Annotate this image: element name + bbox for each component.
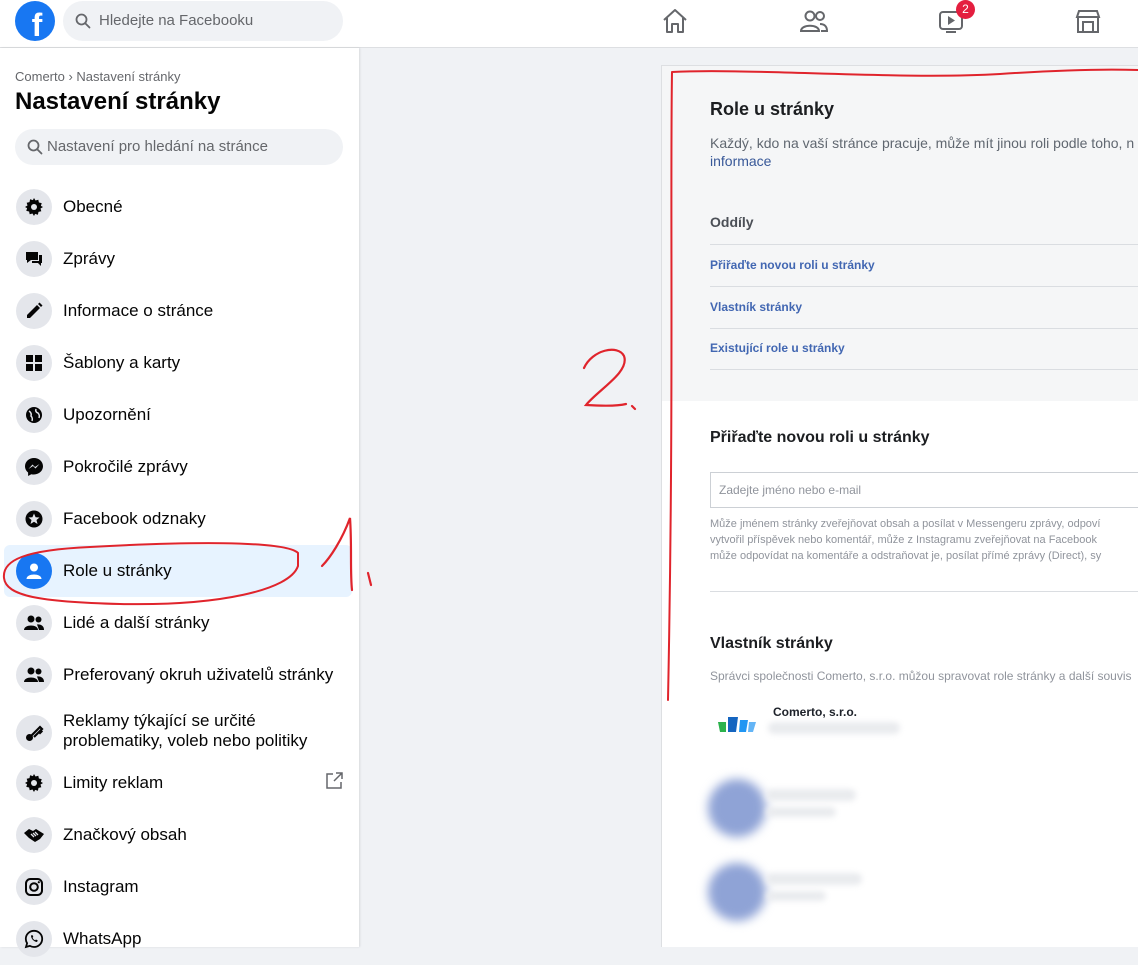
sidebar-item-page-info[interactable]: Informace o stránce (0, 285, 352, 337)
sidebar-item-label: Limity reklam (63, 773, 164, 792)
sidebar-item-advanced-messaging[interactable]: Pokročilé zprávy (0, 441, 352, 493)
sidebar-item-label: Zprávy (63, 249, 115, 268)
people-icon (16, 657, 52, 693)
sidebar-item-label: Role u stránky (63, 561, 172, 580)
facebook-logo[interactable]: f (15, 1, 55, 41)
assign-role-title: Přiřaďte novou roli u stránky (710, 429, 930, 446)
sidebar-item-label: Šablony a karty (63, 353, 181, 372)
sidebar-item-preferred-audience[interactable]: Preferovaný okruh uživatelů stránky (0, 649, 352, 701)
chat-icon (16, 241, 52, 277)
friends-icon[interactable] (799, 6, 829, 36)
sidebar-item-label: Facebook odznaky (63, 509, 206, 528)
settings-sidebar: Comerto › Nastavení stránky Nastavení st… (0, 48, 359, 957)
star-badge-icon (16, 501, 52, 537)
handshake-icon (16, 817, 52, 853)
roles-description: Každý, kdo na vaší stránce pracuje, může… (710, 135, 1135, 151)
roles-title: Role u stránky (710, 99, 835, 119)
sidebar-item-label: Pokročilé zprávy (63, 457, 188, 476)
section-link-page-owner[interactable]: Vlastník stránky (710, 287, 1138, 329)
sidebar-item-label: Instagram (63, 877, 139, 896)
blurred-avatar (708, 863, 766, 921)
sidebar-item-notifications[interactable]: Upozornění (0, 389, 352, 441)
search-icon (27, 139, 43, 155)
sidebar-item-label-line1: Reklamy týkající se určité (63, 711, 256, 730)
facebook-search-input[interactable]: Hledejte na Facebooku (63, 1, 343, 41)
key-icon (16, 715, 52, 751)
search-icon (75, 13, 91, 29)
page-owner-name[interactable]: Comerto, s.r.o. (773, 705, 857, 719)
sidebar-item-instagram[interactable]: Instagram (0, 861, 352, 913)
sidebar-item-label: Preferovaný okruh uživatelů stránky (63, 665, 334, 684)
sidebar-item-templates[interactable]: Šablony a karty (0, 337, 352, 389)
sidebar-item-label: Informace o stránce (63, 301, 214, 320)
home-icon[interactable] (660, 6, 690, 36)
sidebar-item-label: Upozornění (63, 405, 151, 424)
top-bar: f Hledejte na Facebooku 2 (0, 0, 1138, 48)
page-roles-content-panel: Přiřaďte novou roli u stránky Zadejte jm… (661, 401, 1138, 947)
blurred-text (766, 807, 836, 817)
facebook-logo-text: f (31, 7, 43, 41)
blurred-avatar (708, 779, 766, 837)
assign-help-line: může odpovídat na komentáře a odstraňova… (710, 550, 1102, 562)
roles-more-info-link[interactable]: informace (710, 152, 771, 170)
page-roles-header-panel: Role u stránky Každý, kdo na vaší stránc… (661, 65, 1138, 403)
sidebar-item-label-line2: problematiky, voleb nebo politiky (63, 731, 308, 750)
sections-heading: Oddíly (710, 214, 754, 230)
assign-help-line: Může jménem stránky zveřejňovat obsah a … (710, 518, 1101, 530)
name-or-email-input[interactable]: Zadejte jméno nebo e-mail (710, 472, 1138, 508)
sidebar-item-page-roles[interactable]: Role u stránky (4, 545, 352, 597)
blurred-text (766, 891, 826, 901)
blurred-text (766, 873, 862, 885)
sidebar-item-whatsapp[interactable]: WhatsApp (0, 913, 352, 965)
breadcrumb[interactable]: Comerto › Nastavení stránky (15, 69, 180, 84)
sidebar-item-label: WhatsApp (63, 929, 142, 948)
page-title: Nastavení stránky (15, 88, 221, 115)
instagram-icon (16, 869, 52, 905)
divider (710, 591, 1138, 592)
globe-icon (16, 397, 52, 433)
comerto-logo (718, 717, 756, 732)
sidebar-item-label: Lidé a další stránky (63, 613, 210, 632)
sidebar-item-political-ads[interactable]: Reklamy týkající se určité problematiky,… (0, 701, 352, 765)
pencil-icon (16, 293, 52, 329)
gear-icon (16, 765, 52, 801)
messenger-icon (16, 449, 52, 485)
sidebar-item-general[interactable]: Obecné (0, 181, 352, 233)
blurred-text (768, 722, 900, 734)
marketplace-icon[interactable] (1073, 6, 1103, 36)
user-icon (16, 553, 52, 589)
watch-notification-badge: 2 (956, 0, 975, 19)
page-owner-title: Vlastník stránky (710, 635, 833, 652)
grid-icon (16, 345, 52, 381)
blurred-text (766, 789, 856, 801)
external-link-icon (326, 772, 343, 789)
settings-search-placeholder: Nastavení pro hledání na stránce (47, 138, 268, 155)
gear-icon (16, 189, 52, 225)
search-placeholder: Hledejte na Facebooku (99, 12, 254, 29)
sidebar-item-people-and-pages[interactable]: Lidé a další stránky (0, 597, 352, 649)
sidebar-item-facebook-badges[interactable]: Facebook odznaky (0, 493, 352, 545)
assign-help-line: vytvořil příspěvek nebo komentář, může z… (710, 534, 1098, 546)
whatsapp-icon (16, 921, 52, 957)
page-owner-description: Správci společnosti Comerto, s.r.o. můžo… (710, 669, 1132, 683)
sidebar-item-label: Obecné (63, 197, 123, 216)
sidebar-item-label: Značkový obsah (63, 825, 187, 844)
section-link-existing-roles[interactable]: Existující role u stránky (710, 328, 1138, 370)
settings-search-input[interactable]: Nastavení pro hledání na stránce (15, 129, 343, 165)
people-icon (16, 605, 52, 641)
sidebar-item-ad-limits[interactable]: Limity reklam (0, 757, 352, 809)
sidebar-item-branded-content[interactable]: Značkový obsah (0, 809, 352, 861)
sidebar-item-messages[interactable]: Zprávy (0, 233, 352, 285)
section-link-assign-role[interactable]: Přiřaďte novou roli u stránky (710, 245, 1138, 287)
